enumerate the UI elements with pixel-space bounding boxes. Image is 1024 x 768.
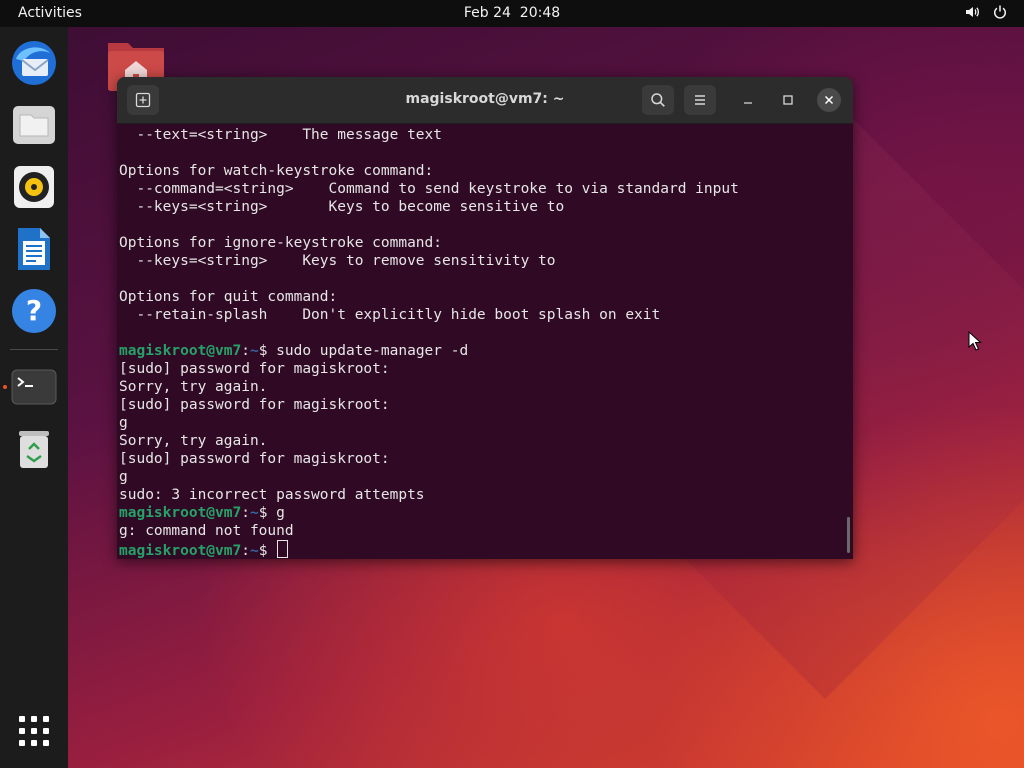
- thunderbird-icon[interactable]: [10, 39, 58, 87]
- system-menu[interactable]: [964, 4, 1008, 24]
- prompt-user: magiskroot@vm7: [119, 543, 242, 559]
- search-icon: [651, 93, 665, 107]
- terminal-output-line: --keys=<string> Keys to remove sensitivi…: [119, 253, 556, 269]
- terminal-output-line: [sudo] password for magiskroot:: [119, 361, 390, 377]
- prompt-path: ~: [249, 543, 259, 559]
- volume-icon[interactable]: [964, 4, 980, 24]
- rhythmbox-icon[interactable]: [10, 163, 58, 211]
- terminal-output-line: sudo: 3 incorrect password attempts: [119, 487, 425, 503]
- terminal-output[interactable]: --text=<string> The message text Options …: [119, 123, 843, 559]
- prompt-path: ~: [249, 343, 259, 359]
- menu-button[interactable]: [684, 85, 716, 115]
- prompt-separator: :: [241, 505, 250, 521]
- terminal-output-line: Options for quit command:: [119, 289, 338, 305]
- terminal-output-line: [sudo] password for magiskroot:: [119, 451, 390, 467]
- maximize-icon: [783, 95, 793, 105]
- terminal-titlebar[interactable]: magiskroot@vm7: ~: [117, 77, 853, 124]
- close-icon: [824, 95, 834, 105]
- terminal-output-line: --keys=<string> Keys to become sensitive…: [119, 199, 565, 215]
- terminal-prompt-line: magiskroot@vm7:~$ sudo update-manager -d: [119, 342, 843, 360]
- clock-time: 20:48: [519, 5, 561, 21]
- hamburger-menu-icon: [695, 95, 705, 105]
- terminal-output-line: Options for watch-keystroke command:: [119, 163, 434, 179]
- terminal-output-line: g: [119, 469, 128, 485]
- trash-icon[interactable]: [10, 425, 58, 473]
- dock: ?: [0, 27, 68, 768]
- terminal-output-line: Sorry, try again.: [119, 433, 268, 449]
- close-button[interactable]: [817, 88, 841, 112]
- mouse-pointer-icon: [968, 330, 982, 355]
- terminal-output-line: --retain-splash Don't explicitly hide bo…: [119, 307, 661, 323]
- terminal-output-line: --text=<string> The message text: [119, 127, 443, 143]
- terminal-prompt-line: magiskroot@vm7:~$ g: [119, 504, 843, 522]
- prompt-user: magiskroot@vm7: [119, 505, 242, 521]
- clock-date: Feb 24: [463, 5, 511, 21]
- prompt-command: $: [258, 543, 277, 559]
- terminal-output-line: [sudo] password for magiskroot:: [119, 397, 390, 413]
- prompt-path: ~: [249, 505, 259, 521]
- clock-button[interactable]: Feb 24 20:48: [464, 5, 560, 21]
- text-cursor: [277, 540, 289, 558]
- maximize-button[interactable]: [777, 89, 799, 111]
- files-icon[interactable]: [10, 101, 58, 149]
- terminal-output-line: Sorry, try again.: [119, 379, 268, 395]
- terminal-icon[interactable]: [10, 363, 58, 411]
- terminal-output-line: g: [119, 415, 128, 431]
- top-bar: Activities Feb 24 20:48: [0, 0, 1024, 27]
- minimize-button[interactable]: [737, 89, 759, 111]
- prompt-separator: :: [241, 543, 250, 559]
- search-button[interactable]: [642, 85, 674, 115]
- terminal-scrollbar[interactable]: [847, 517, 850, 553]
- activities-button[interactable]: Activities: [18, 5, 82, 21]
- libreoffice-writer-icon[interactable]: [10, 225, 58, 273]
- terminal-output-line: --command=<string> Command to send keyst…: [119, 181, 739, 197]
- prompt-user: magiskroot@vm7: [119, 343, 242, 359]
- prompt-command: $ sudo update-manager -d: [258, 343, 469, 359]
- terminal-prompt-line: magiskroot@vm7:~$: [119, 540, 843, 559]
- svg-text:?: ?: [26, 294, 42, 327]
- minimize-icon: [744, 102, 752, 104]
- prompt-separator: :: [241, 343, 250, 359]
- show-applications-icon[interactable]: [16, 713, 52, 749]
- prompt-command: $ g: [258, 505, 285, 521]
- dock-separator: [10, 349, 58, 350]
- running-indicator: [3, 385, 7, 389]
- terminal-output-line: Options for ignore-keystroke command:: [119, 235, 443, 251]
- clock: Feb 24 20:48: [0, 5, 1024, 21]
- terminal-window[interactable]: magiskroot@vm7: ~ --text=<string> The me…: [117, 77, 853, 559]
- terminal-output-line: g: command not found: [119, 523, 294, 539]
- help-icon[interactable]: ?: [10, 287, 58, 335]
- power-icon[interactable]: [992, 4, 1008, 24]
